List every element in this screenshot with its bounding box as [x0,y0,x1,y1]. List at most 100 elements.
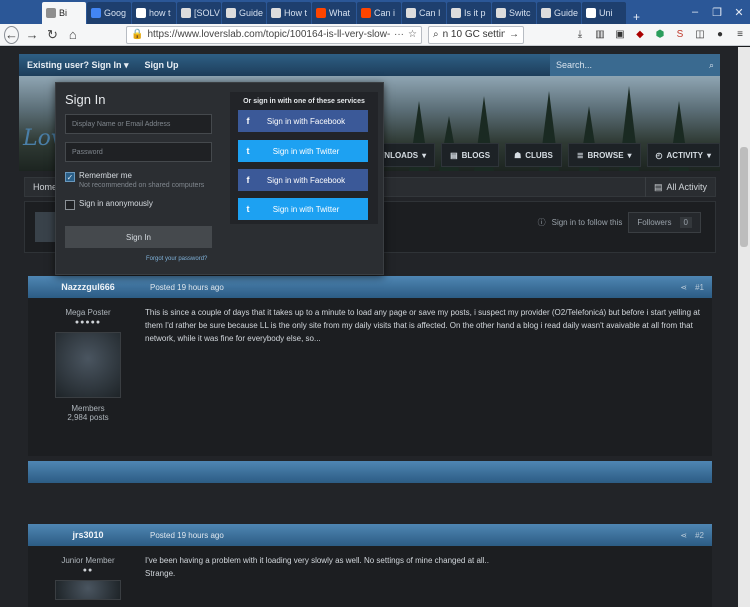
browser-tab[interactable]: How t [267,2,311,24]
menu-icon[interactable]: ≡ [734,29,746,41]
minimize-icon[interactable]: – [684,6,706,18]
s-extension-icon[interactable]: S [674,29,686,41]
post-number[interactable]: #2 [695,531,704,540]
toolbar-icons: ⤓ ▥ ▣ ◆ ⬢ S ◫ ● ≡ [574,29,746,41]
tab-favicon-icon [181,8,191,18]
browser-tab[interactable]: Can I [402,2,446,24]
search-bar[interactable]: ⌕ n 10 GC settings → [427,25,524,44]
close-icon[interactable]: ✕ [728,6,750,19]
clubs-icon: ☗ [514,150,522,160]
tab-label: Is it p [464,8,486,18]
signup-link[interactable]: Sign Up [137,60,187,70]
ublock-icon[interactable]: ◆ [634,29,646,41]
browser-tab[interactable]: Bi [42,2,86,24]
address-bar[interactable]: 🔒 https://www.loverslab.com/topic/100164… [125,25,422,44]
account-icon[interactable]: ● [714,29,726,41]
facebook-signin-button[interactable]: f Sign in with Facebook [238,110,368,132]
restore-icon[interactable]: ❐ [706,6,728,19]
tab-label: Guide [239,8,264,18]
remember-label: Remember me [79,171,132,180]
browser-tab[interactable]: Goog [87,2,131,24]
followers-button[interactable]: Followers 0 [628,212,701,233]
sidebar-icon[interactable]: ◫ [694,29,706,41]
tab-favicon-icon [271,8,281,18]
password-field[interactable]: Password [65,142,212,162]
browser-tab[interactable]: Guide [222,2,266,24]
username-field[interactable]: Display Name or Email Address [65,114,212,134]
post-content: This is since a couple of days that it t… [145,308,700,343]
bookmark-star-icon[interactable]: ☆ [408,29,417,40]
browser-tab[interactable]: Uni [582,2,626,24]
tab-strip: Bi Goog how t [SOLV Guide How t What Can i Can I… [0,0,750,24]
browse-icon: ≣ [576,150,584,160]
main-nav: ⤓DOWNLOADS ▾ ▤BLOGS ☗CLUBS ≣BROWSE ▾ ◴AC… [348,143,720,167]
share-icon[interactable]: ⋖ [680,531,687,540]
facebook-signin-button[interactable]: f Sign in with Facebook [238,169,368,191]
all-activity-link[interactable]: ▤ All Activity [644,177,715,197]
browser-tab[interactable]: Is it p [447,2,491,24]
avatar[interactable] [55,332,121,398]
browser-tab[interactable]: Can i [357,2,401,24]
forgot-password-link[interactable]: Forgot your password? [146,256,207,262]
remember-checkbox[interactable]: ✓ [65,172,75,182]
facebook-icon: f [246,175,250,185]
scroll-thumb[interactable] [740,147,748,247]
rank-pips: ●●●●● [74,319,102,326]
site-search-input[interactable]: Search... ⌕ [550,54,720,76]
tab-label: Can i [374,8,396,18]
avatar[interactable] [55,580,121,600]
tab-favicon-icon [586,8,596,18]
back-arrow-icon[interactable]: ← [4,25,19,44]
post-header: jrs3010 Posted 19 hours ago ⋖ #2 [28,524,712,546]
tab-label: how t [149,8,171,18]
browser-tab[interactable]: Guide [537,2,581,24]
author-info: Junior Member ●● [28,548,148,600]
tab-label: [SOLV [194,8,220,18]
activity-icon: ◴ [655,150,663,160]
search-icon[interactable]: ⌕ [709,60,714,71]
browser-tab[interactable]: What [312,2,356,24]
forward-arrow-icon[interactable]: → [25,26,39,44]
browser-tab[interactable]: [SOLV [177,2,221,24]
member-rank: Mega Poster [65,308,111,317]
tab-label: Guide [554,8,579,18]
nav-browse[interactable]: ≣ BROWSE ▾ [567,143,641,167]
post-number[interactable]: #1 [695,283,704,292]
search-icon: ⌕ [432,29,439,40]
post-content: I've been having a problem with it loadi… [145,556,489,578]
browser-tab[interactable]: how t [132,2,176,24]
library-icon[interactable]: ▥ [594,29,606,41]
post-author[interactable]: jrs3010 [28,530,148,540]
post-header: Nazzzgul666 Posted 19 hours ago ⋖ #1 [28,276,712,298]
signin-link[interactable]: Existing user? Sign In ▾ [19,60,137,71]
twitter-signin-button[interactable]: t Sign in with Twitter [238,198,368,220]
tab-favicon-icon [136,8,146,18]
signin-button[interactable]: Sign In [65,226,212,248]
nav-clubs[interactable]: ☗ CLUBS [505,143,562,167]
home-icon[interactable]: ⌂ [66,26,80,44]
reload-icon[interactable]: ↻ [45,26,59,44]
post-author[interactable]: Nazzzgul666 [28,282,148,292]
post: jrs3010 Posted 19 hours ago ⋖ #2 Junior … [28,524,712,607]
tab-favicon-icon [361,8,371,18]
section-divider [28,461,712,483]
page-scrollbar[interactable] [738,47,750,607]
anonymous-checkbox[interactable] [65,200,75,210]
browser-tab[interactable]: Switc [492,2,536,24]
extension-icon[interactable]: ▣ [614,29,626,41]
new-tab-button[interactable]: + [627,10,646,24]
url-text: https://www.loverslab.com/topic/100164-i… [147,29,391,40]
remember-note: Not recommended on shared computers [79,182,205,189]
facebook-icon: f [246,116,250,126]
nav-blogs[interactable]: ▤ BLOGS [441,143,500,167]
share-icon[interactable]: ⋖ [680,283,687,292]
download-icon[interactable]: ⤓ [574,29,586,41]
more-icon[interactable]: ··· [394,29,404,40]
nav-activity[interactable]: ◴ ACTIVITY ▾ [646,143,720,167]
shield-icon[interactable]: ⬢ [654,29,666,41]
twitter-signin-button[interactable]: t Sign in with Twitter [238,140,368,162]
rank-pips: ●● [82,567,94,574]
search-go-icon[interactable]: → [509,29,519,40]
tab-favicon-icon [406,8,416,18]
member-rank: Junior Member [61,556,115,565]
